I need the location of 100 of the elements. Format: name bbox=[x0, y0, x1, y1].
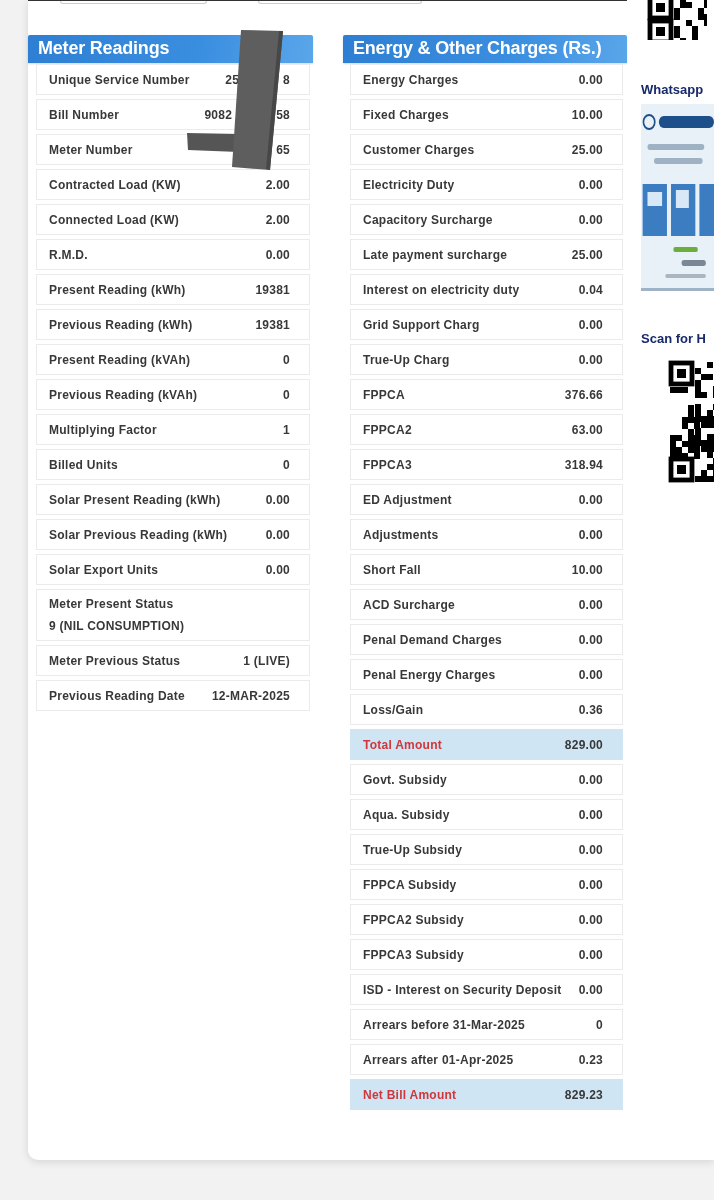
row-value: 25 bbox=[225, 72, 240, 87]
row-label: Solar Previous Reading (kWh) bbox=[49, 527, 228, 542]
row-value: 58 bbox=[276, 107, 290, 122]
row-value: 63.00 bbox=[571, 422, 603, 437]
row-label: Aqua. Subsidy bbox=[363, 807, 450, 822]
row-value: 0 bbox=[283, 387, 290, 402]
row-label: ACD Surcharge bbox=[363, 597, 455, 612]
row-label: Arrears before 31-Mar-2025 bbox=[363, 1017, 525, 1032]
row-value: 0 bbox=[283, 457, 290, 472]
row-label: ISD - Interest on Security Deposit bbox=[363, 982, 562, 997]
row-value: 0.00 bbox=[578, 317, 603, 332]
row-value: 0.00 bbox=[578, 527, 603, 542]
row-label: Billed Units bbox=[49, 457, 118, 472]
row-value: 0 bbox=[283, 352, 290, 367]
row-value: 8 bbox=[283, 72, 290, 87]
row-value: 0.00 bbox=[578, 492, 603, 507]
row-label: Meter Previous Status bbox=[49, 653, 181, 668]
row-label: Capacitory Surcharge bbox=[363, 212, 493, 227]
row-value: 0.00 bbox=[578, 877, 603, 892]
row-label: FPPCA Subsidy bbox=[363, 877, 457, 892]
row-value: 0.00 bbox=[578, 842, 603, 857]
section-header: Energy & Other Charges (Rs.) bbox=[343, 35, 627, 63]
row-label: FPPCA bbox=[363, 387, 405, 402]
input-field[interactable] bbox=[60, 1, 207, 4]
row-label: Bill Number bbox=[49, 107, 120, 122]
row-label: Present Reading (kVAh) bbox=[49, 352, 191, 367]
row-label: FPPCA3 bbox=[363, 457, 412, 472]
row-label: R.M.D. bbox=[49, 247, 88, 262]
input-field[interactable] bbox=[258, 1, 422, 4]
row-value: 0.04 bbox=[578, 282, 603, 297]
row-label: Connected Load (KW) bbox=[49, 212, 180, 227]
row-value: 0.00 bbox=[578, 947, 603, 962]
row-value: 19381 bbox=[255, 317, 290, 332]
row-label: FPPCA2 Subsidy bbox=[363, 912, 464, 927]
row-label: Electricity Duty bbox=[363, 177, 455, 192]
row-label: Solar Export Units bbox=[49, 562, 159, 577]
row-value: 376.66 bbox=[564, 387, 603, 402]
row-value: 0.00 bbox=[578, 982, 603, 997]
row-label: FPPCA2 bbox=[363, 422, 412, 437]
row-label: Grid Support Charg bbox=[363, 317, 480, 332]
row-label: Previous Reading Date bbox=[49, 688, 185, 703]
row-label: Fixed Charges bbox=[363, 107, 449, 122]
row-label: Govt. Subsidy bbox=[363, 772, 447, 787]
row-value: 1 (LIVE) bbox=[243, 653, 290, 668]
row-label: Penal Demand Charges bbox=[363, 632, 503, 647]
row-value: 829.23 bbox=[564, 1087, 603, 1102]
row-value: 0.00 bbox=[578, 177, 603, 192]
row-label: True-Up Subsidy bbox=[363, 842, 463, 857]
row-label: Multiplying Factor bbox=[49, 422, 157, 437]
row-label: Solar Present Reading (kWh) bbox=[49, 492, 221, 507]
row-value: 0.00 bbox=[578, 632, 603, 647]
row-value: 65 bbox=[276, 142, 290, 157]
row-label: Contracted Load (KW) bbox=[49, 177, 181, 192]
row-label: Meter Number bbox=[49, 142, 133, 157]
row-value: 0.00 bbox=[578, 667, 603, 682]
row-value: 0.00 bbox=[578, 352, 603, 367]
row-value: 2.00 bbox=[265, 177, 290, 192]
qr-code-icon bbox=[668, 360, 714, 484]
row-value: 10.00 bbox=[571, 562, 603, 577]
row-value: 10.00 bbox=[571, 107, 603, 122]
row-label: Interest on electricity duty bbox=[363, 282, 520, 297]
row-value: 19381 bbox=[255, 282, 290, 297]
row-label: Energy Charges bbox=[363, 72, 459, 87]
row-value: 9082 bbox=[204, 107, 233, 122]
row-value: 25.00 bbox=[571, 247, 603, 262]
row-label: Arrears after 01-Apr-2025 bbox=[363, 1052, 514, 1067]
row-label: Present Reading (kWh) bbox=[49, 282, 186, 297]
row-value: 0.00 bbox=[578, 912, 603, 927]
row-value: 0.00 bbox=[578, 772, 603, 787]
section-heading: Scan for H bbox=[641, 331, 707, 346]
row-label: Total Amount bbox=[363, 737, 442, 752]
qr-code-icon bbox=[647, 0, 707, 40]
row-label: Late payment surcharge bbox=[363, 247, 508, 262]
row-value: 12-MAR-2025 bbox=[211, 688, 290, 703]
row-label: FPPCA3 Subsidy bbox=[363, 947, 464, 962]
row-label: Customer Charges bbox=[363, 142, 475, 157]
row-label: Unique Service Number bbox=[49, 72, 190, 87]
row-value: 0.36 bbox=[578, 702, 603, 717]
row-label: Loss/Gain bbox=[363, 702, 424, 717]
row-label: Penal Energy Charges bbox=[363, 667, 496, 682]
row-label: Previous Reading (kWh) bbox=[49, 317, 193, 332]
row-label: Previous Reading (kVAh) bbox=[49, 387, 198, 402]
row-value: 829.00 bbox=[564, 737, 603, 752]
row-value: 318.94 bbox=[564, 457, 603, 472]
row-value: 0.00 bbox=[265, 492, 290, 507]
row-value: 0.00 bbox=[578, 212, 603, 227]
row-value: 0 bbox=[596, 1017, 603, 1032]
row-label: Short Fall bbox=[363, 562, 421, 577]
row-label: Adjustments bbox=[363, 527, 439, 542]
row-value: 0.00 bbox=[578, 807, 603, 822]
row-label: ED Adjustment bbox=[363, 492, 452, 507]
row-label: Net Bill Amount bbox=[363, 1087, 457, 1102]
row-label: True-Up Charg bbox=[363, 352, 450, 367]
row-value: 0.00 bbox=[265, 562, 290, 577]
row-value: 9 (NIL CONSUMPTION) bbox=[49, 619, 186, 633]
row-value: 0.00 bbox=[265, 527, 290, 542]
row-label: Meter Present Status bbox=[49, 597, 174, 611]
row-value: 0.00 bbox=[578, 72, 603, 87]
row-value: 0.00 bbox=[265, 247, 290, 262]
row-value: 0.23 bbox=[578, 1052, 603, 1067]
